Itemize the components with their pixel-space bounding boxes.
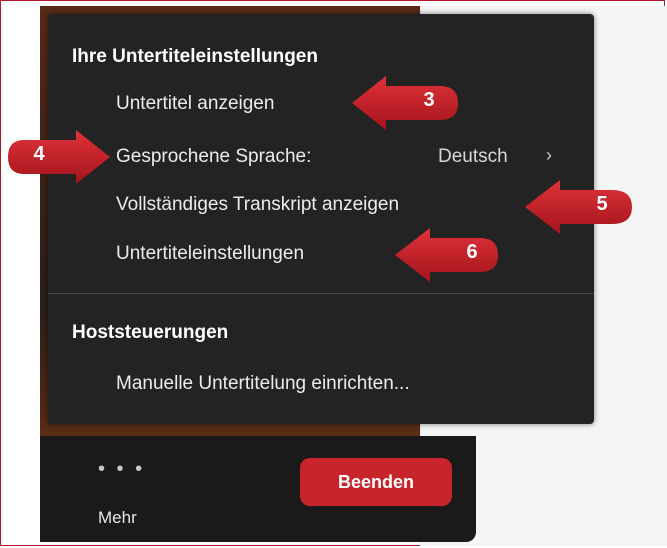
callout-arrows	[8, 76, 632, 282]
callout-number-5: 5	[596, 193, 608, 215]
callout-number-6: 6	[466, 241, 478, 263]
callout-number-3: 3	[423, 89, 435, 111]
callout-number-4: 4	[33, 143, 45, 165]
